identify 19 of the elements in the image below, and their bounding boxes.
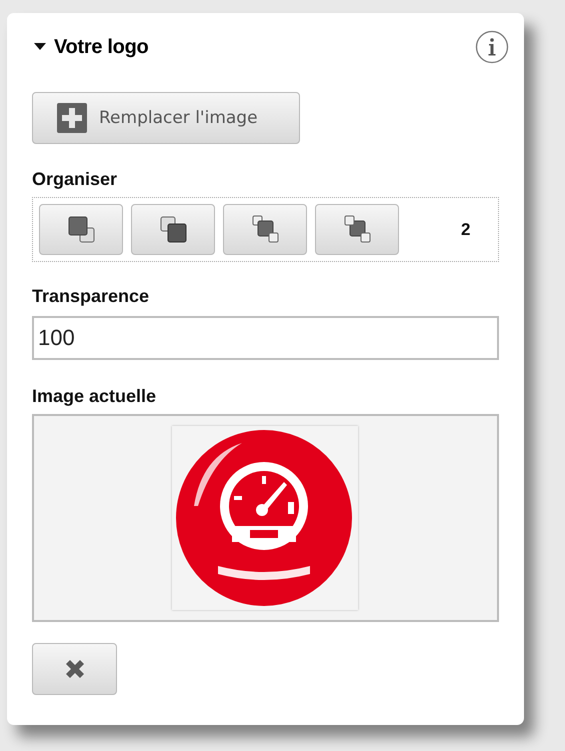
delete-button[interactable] <box>32 643 117 695</box>
send-backward-button[interactable] <box>315 204 399 255</box>
layers-icon <box>158 214 188 245</box>
layers-icon <box>66 214 96 245</box>
info-button[interactable] <box>475 30 509 64</box>
field-label: Image actuelle <box>32 386 156 406</box>
layers-icon <box>342 214 372 245</box>
layer-number: 2 <box>461 220 470 240</box>
section-title: Votre logo <box>54 36 150 58</box>
info-icon <box>475 30 509 64</box>
bring-forward-button[interactable] <box>223 204 307 255</box>
field-label: Transparence <box>32 286 150 306</box>
send-back-button[interactable] <box>131 204 215 255</box>
bring-front-button[interactable] <box>39 204 123 255</box>
replace-image-button[interactable]: Remplacer l'image <box>32 92 300 144</box>
layers-icon <box>250 214 280 245</box>
field-label: Organiser <box>32 169 118 189</box>
plus-icon <box>57 103 87 133</box>
transparency-field[interactable]: 100 <box>32 316 499 360</box>
